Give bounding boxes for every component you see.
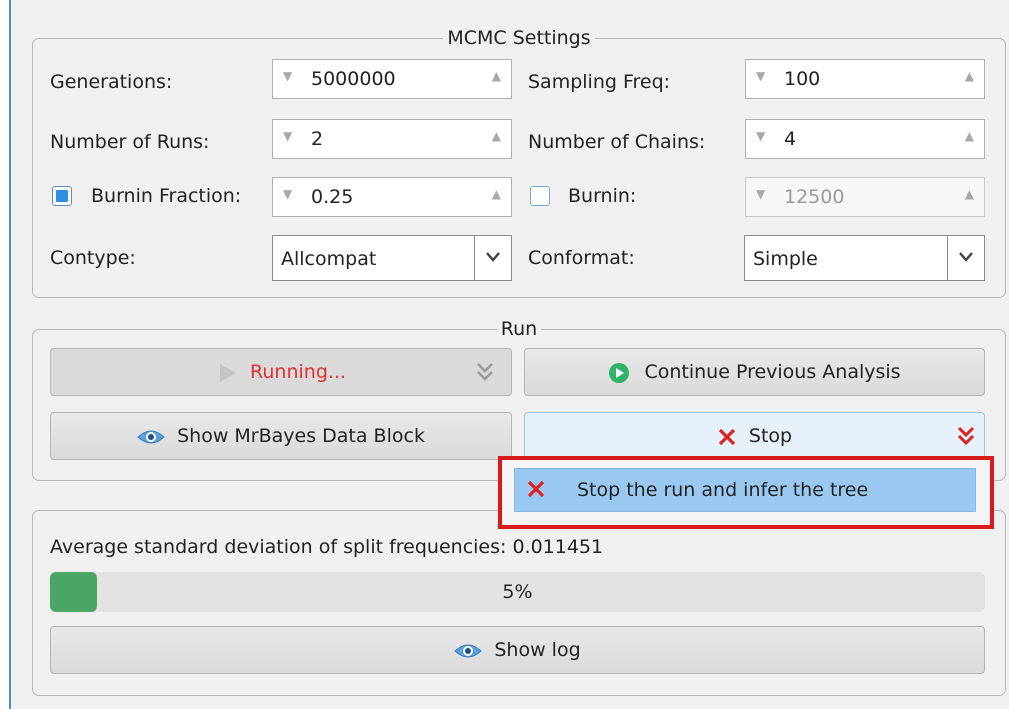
stop-label: Stop bbox=[748, 425, 793, 447]
spin-up-icon[interactable]: ▲ bbox=[965, 187, 974, 201]
stop-dropdown-menu: Stop the run and infer the tree bbox=[498, 456, 994, 529]
continue-play-icon bbox=[609, 362, 630, 383]
num-chains-spinbox[interactable]: ▼ 4 ▲ bbox=[745, 119, 985, 159]
running-label: Running... bbox=[250, 361, 347, 383]
progress-bar: 5% bbox=[50, 572, 985, 612]
double-chevron-down-icon[interactable] bbox=[956, 425, 976, 447]
burnin-fraction-spinbox[interactable]: ▼ 0.25 ▲ bbox=[272, 177, 512, 217]
eye-icon bbox=[137, 430, 165, 443]
mcmc-settings-title: MCMC Settings bbox=[443, 27, 595, 49]
burnin-checkbox[interactable] bbox=[530, 186, 550, 206]
conformat-label: Conformat: bbox=[528, 247, 635, 269]
spin-down-icon[interactable]: ▼ bbox=[756, 69, 765, 83]
generations-label: Generations: bbox=[50, 71, 173, 93]
burnin-fraction-label: Burnin Fraction: bbox=[91, 185, 242, 207]
burnin-fraction-value: 0.25 bbox=[311, 186, 354, 208]
continue-label: Continue Previous Analysis bbox=[644, 361, 901, 383]
sampling-freq-label: Sampling Freq: bbox=[528, 71, 671, 93]
double-chevron-down-icon[interactable] bbox=[475, 361, 495, 383]
burnin-fraction-checkbox[interactable] bbox=[52, 186, 72, 206]
spin-down-icon[interactable]: ▼ bbox=[756, 187, 765, 201]
burnin-spinbox[interactable]: ▼ 12500 ▲ bbox=[745, 177, 985, 217]
spin-up-icon[interactable]: ▲ bbox=[492, 129, 501, 143]
eye-icon bbox=[454, 644, 483, 657]
chevron-down-icon bbox=[959, 252, 973, 262]
avg-sd-text: Average standard deviation of split freq… bbox=[50, 536, 604, 558]
contype-label: Contype: bbox=[50, 247, 136, 269]
continue-analysis-button[interactable]: Continue Previous Analysis bbox=[524, 348, 985, 396]
num-runs-label: Number of Runs: bbox=[50, 131, 210, 153]
generations-spinbox[interactable]: ▼ 5000000 ▲ bbox=[272, 59, 512, 99]
close-x-icon bbox=[718, 428, 736, 445]
conformat-value: Simple bbox=[753, 248, 818, 270]
running-button[interactable]: Running... bbox=[50, 348, 512, 396]
stop-button[interactable]: Stop bbox=[524, 412, 985, 460]
burnin-value: 12500 bbox=[784, 186, 845, 208]
conformat-select[interactable]: Simple bbox=[744, 235, 985, 281]
progress-percent: 5% bbox=[502, 581, 533, 603]
show-log-label: Show log bbox=[494, 639, 581, 661]
spin-down-icon[interactable]: ▼ bbox=[283, 69, 292, 83]
num-chains-value: 4 bbox=[784, 128, 797, 150]
spin-down-icon[interactable]: ▼ bbox=[283, 187, 292, 201]
contype-value: Allcompat bbox=[281, 248, 377, 270]
show-data-block-button[interactable]: Show MrBayes Data Block bbox=[50, 412, 512, 460]
spin-up-icon[interactable]: ▲ bbox=[965, 69, 974, 83]
window-edge bbox=[0, 0, 11, 709]
sampling-freq-value: 100 bbox=[784, 68, 821, 90]
spin-up-icon[interactable]: ▲ bbox=[492, 69, 501, 83]
menu-item-stop-infer-tree[interactable]: Stop the run and infer the tree bbox=[514, 468, 976, 512]
close-x-icon bbox=[527, 480, 545, 498]
generations-value: 5000000 bbox=[311, 68, 396, 90]
spin-down-icon[interactable]: ▼ bbox=[756, 129, 765, 143]
chevron-down-icon bbox=[486, 252, 500, 262]
num-chains-label: Number of Chains: bbox=[528, 131, 706, 153]
show-log-button[interactable]: Show log bbox=[50, 626, 985, 674]
num-runs-spinbox[interactable]: ▼ 2 ▲ bbox=[272, 119, 512, 159]
spin-up-icon[interactable]: ▲ bbox=[965, 129, 974, 143]
sampling-freq-spinbox[interactable]: ▼ 100 ▲ bbox=[745, 59, 985, 99]
run-title: Run bbox=[496, 318, 542, 340]
play-icon bbox=[219, 363, 236, 382]
show-data-block-label: Show MrBayes Data Block bbox=[177, 425, 425, 447]
contype-select[interactable]: Allcompat bbox=[272, 235, 512, 281]
spin-up-icon[interactable]: ▲ bbox=[492, 187, 501, 201]
menu-item-label: Stop the run and infer the tree bbox=[577, 479, 869, 501]
spin-down-icon[interactable]: ▼ bbox=[283, 129, 292, 143]
num-runs-value: 2 bbox=[311, 128, 324, 150]
burnin-label: Burnin: bbox=[568, 185, 637, 207]
